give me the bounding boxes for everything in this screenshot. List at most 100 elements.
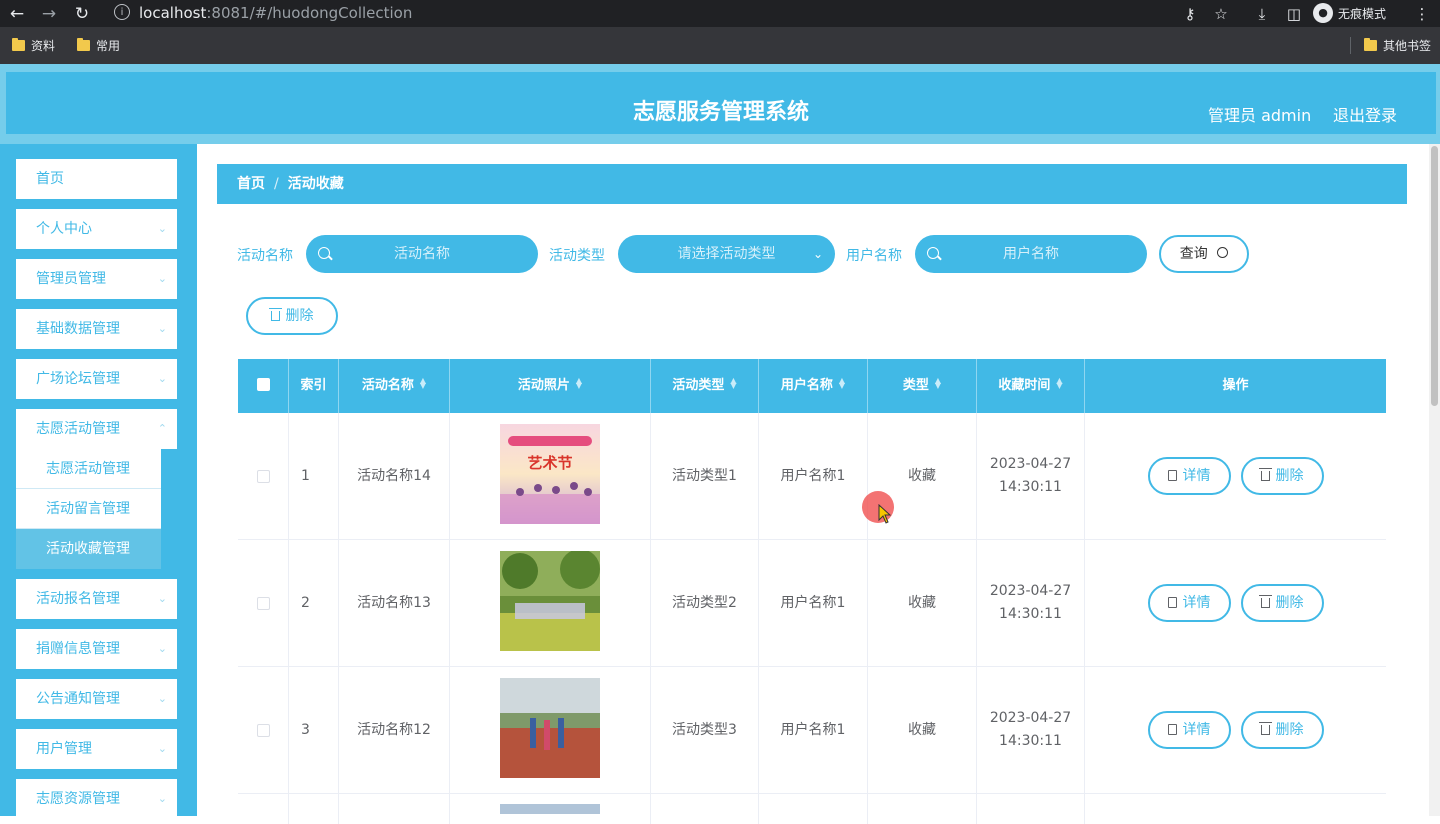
incognito-indicator[interactable]: ● 无痕模式 (1313, 2, 1386, 24)
cursor-arrow-icon (878, 504, 892, 524)
sidebar-item-profile[interactable]: 个人中心 ⌄ (16, 209, 177, 249)
delete-button[interactable]: 删除 (1240, 584, 1324, 622)
delete-button[interactable]: 删除 (1240, 711, 1324, 749)
breadcrumb-current: 活动收藏 (287, 176, 344, 192)
sidebar-subitem-collection[interactable]: 活动收藏管理 (16, 529, 161, 569)
browser-toolbar: ← → ↻ i localhost:8081/#/huodongCollecti… (0, 0, 1440, 27)
sidebar-item-forum[interactable]: 广场论坛管理 ⌄ (16, 359, 177, 399)
cell-photo (450, 540, 651, 666)
search-icon (318, 247, 330, 259)
activity-photo[interactable] (500, 804, 600, 814)
chevron-down-icon: ⌄ (157, 692, 167, 705)
user-name-input[interactable]: 用户名称 (915, 235, 1147, 273)
query-button[interactable]: 查询 (1159, 235, 1249, 273)
sidebar-item-home[interactable]: 首页 (16, 159, 177, 199)
filter-label-name: 活动名称 (237, 248, 293, 264)
cell-type: 活动类型3 (651, 667, 759, 793)
bookmark-folder[interactable]: 常用 (77, 37, 120, 54)
cell-time: 2023-04-27 14:30:11 (977, 667, 1085, 793)
sidebar: 首页 个人中心 ⌄ 管理员管理 ⌄ 基础数据管理 ⌄ 广场论坛管理 ⌄ 志愿活动管理 ⌃ … (0, 144, 197, 819)
admin-label: 管理员 admin (1208, 106, 1312, 125)
chevron-down-icon: ⌄ (157, 322, 167, 335)
batch-delete-button[interactable]: 删除 (246, 297, 338, 335)
chevron-down-icon: ⌄ (157, 742, 167, 755)
activity-name-input[interactable]: 活动名称 (306, 235, 538, 273)
address-bar[interactable]: i localhost:8081/#/huodongCollection (106, 0, 1238, 26)
scrollbar-thumb[interactable] (1431, 146, 1438, 406)
column-header-user[interactable]: 用户名称 ▲ ▼ (759, 359, 868, 413)
column-header-name[interactable]: 活动名称 ▲ ▼ (339, 359, 450, 413)
column-header-photo[interactable]: 活动照片 ▲ ▼ (450, 359, 651, 413)
cell-name: 活动名称14 (339, 413, 450, 539)
cell-index: 3 (289, 667, 339, 793)
logout-link[interactable]: 退出登录 (1333, 102, 1397, 126)
forward-icon[interactable]: → (38, 3, 60, 25)
row-checkbox[interactable] (238, 667, 289, 793)
sidepanel-icon[interactable]: ◫ (1283, 3, 1305, 25)
sidebar-item-signup[interactable]: 活动报名管理 ⌄ (16, 579, 177, 619)
column-header-index: 索引 (289, 359, 339, 413)
column-header-time[interactable]: 收藏时间 ▲ ▼ (977, 359, 1085, 413)
activity-photo[interactable] (500, 551, 600, 651)
sidebar-item-basedata[interactable]: 基础数据管理 ⌄ (16, 309, 177, 349)
cell-ops: 详情 删除 (1085, 667, 1386, 793)
key-icon[interactable]: ⚷ (1179, 3, 1201, 25)
column-header-type[interactable]: 活动类型 ▲ ▼ (651, 359, 759, 413)
sort-icon[interactable]: ▲ ▼ (935, 377, 941, 390)
svg-text:艺术节: 艺术节 (527, 454, 572, 472)
folder-icon (12, 38, 25, 51)
download-icon[interactable]: ⤓ (1251, 3, 1273, 25)
menu-icon[interactable]: ⋮ (1411, 3, 1433, 25)
cell-type: 活动类型1 (651, 413, 759, 539)
cell-user: 用户名称1 (759, 540, 868, 666)
cell-kind: 收藏 (868, 667, 977, 793)
other-bookmarks[interactable]: 其他书签 (1364, 37, 1431, 54)
activity-photo[interactable] (500, 678, 600, 778)
sidebar-item-resources[interactable]: 志愿资源管理 ⌄ (16, 779, 177, 819)
mouse-cursor-highlight (862, 491, 894, 524)
table-header: 索引 活动名称 ▲ ▼ 活动照片 ▲ ▼ 活动类型 ▲ ▼ 用户名称 ▲ ▼ 类型 ▲ ▼ 收藏时间… (238, 359, 1386, 413)
cell-time: 2023-04-27 14:30:11 (977, 540, 1085, 666)
sidebar-item-donation[interactable]: 捐赠信息管理 ⌄ (16, 629, 177, 669)
back-icon[interactable]: ← (6, 3, 28, 25)
trash-icon (1258, 595, 1272, 608)
site-info-icon[interactable]: i (114, 4, 130, 20)
sidebar-subitem-activities[interactable]: 志愿活动管理 (16, 449, 161, 489)
sort-icon[interactable]: ▲ ▼ (576, 377, 582, 390)
activity-photo[interactable]: 艺术节 (500, 424, 600, 524)
star-icon[interactable]: ☆ (1210, 3, 1232, 25)
sidebar-item-activities[interactable]: 志愿活动管理 ⌃ (16, 409, 177, 449)
incognito-label: 无痕模式 (1338, 6, 1387, 21)
cell-ops: 详情 删除 (1085, 413, 1386, 539)
select-all-checkbox[interactable] (238, 359, 289, 413)
detail-button[interactable]: 详情 (1147, 584, 1231, 622)
sidebar-item-admins[interactable]: 管理员管理 ⌄ (16, 259, 177, 299)
page-scrollbar[interactable] (1429, 144, 1440, 816)
breadcrumb-home[interactable]: 首页 (237, 176, 265, 192)
row-checkbox[interactable] (238, 413, 289, 539)
chevron-down-icon: ⌄ (157, 372, 167, 385)
detail-button[interactable]: 详情 (1147, 457, 1231, 495)
trash-icon (1258, 468, 1272, 481)
detail-button[interactable]: 详情 (1147, 711, 1231, 749)
chevron-down-icon: ⌄ (157, 592, 167, 605)
sort-icon[interactable]: ▲ ▼ (839, 377, 845, 390)
main-content: 首页 / 活动收藏 活动名称 活动名称 活动类型 请选择活动类型 ⌄ 用户名称 用户… (197, 144, 1429, 824)
sidebar-subitem-messages[interactable]: 活动留言管理 (16, 489, 161, 529)
reload-icon[interactable]: ↻ (71, 3, 93, 25)
cell-type: 活动类型2 (651, 540, 759, 666)
column-header-kind[interactable]: 类型 ▲ ▼ (868, 359, 977, 413)
cell-photo: 艺术节 (450, 413, 651, 539)
cell-name: 活动名称13 (339, 540, 450, 666)
row-checkbox[interactable] (238, 540, 289, 666)
sidebar-item-notice[interactable]: 公告通知管理 ⌄ (16, 679, 177, 719)
sort-icon[interactable]: ▲ ▼ (1056, 377, 1062, 390)
activity-type-select[interactable]: 请选择活动类型 ⌄ (618, 235, 835, 273)
sidebar-item-users[interactable]: 用户管理 ⌄ (16, 729, 177, 769)
bookmark-folder[interactable]: 资料 (12, 37, 55, 54)
cell-ops: 详情 删除 (1085, 540, 1386, 666)
delete-button[interactable]: 删除 (1240, 457, 1324, 495)
sort-icon[interactable]: ▲ ▼ (730, 377, 736, 390)
folder-icon (77, 38, 90, 51)
sort-icon[interactable]: ▲ ▼ (420, 377, 426, 390)
